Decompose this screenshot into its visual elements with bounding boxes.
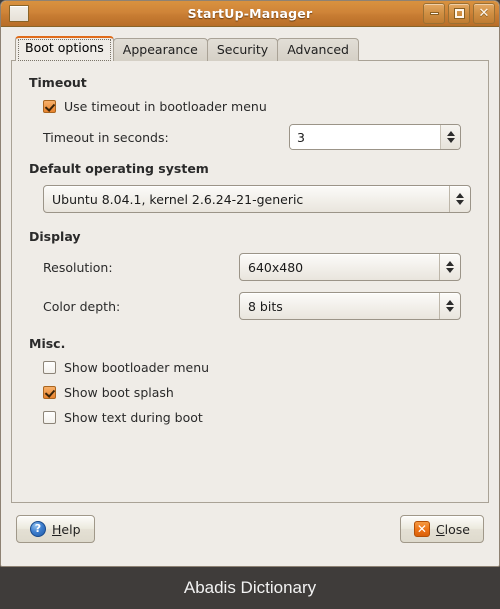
- arrow-up-icon[interactable]: [446, 261, 454, 266]
- close-button[interactable]: ✕: [473, 3, 495, 24]
- maximize-button[interactable]: [448, 3, 470, 24]
- help-button[interactable]: ? Help: [16, 515, 95, 543]
- section-default-os: Default operating system Ubuntu 8.04.1, …: [29, 161, 471, 213]
- title-bar[interactable]: StartUp-Manager ✕: [1, 1, 499, 27]
- section-display-title: Display: [29, 229, 81, 244]
- show-boot-splash-row[interactable]: Show boot splash: [43, 385, 471, 400]
- section-misc-body: Show bootloader menu Show boot splash Sh…: [29, 360, 471, 425]
- tab-boot-options[interactable]: Boot options: [15, 36, 114, 61]
- use-timeout-checkbox[interactable]: [43, 100, 56, 113]
- footer-caption: Abadis Dictionary: [183, 578, 317, 597]
- close-button-label: Close: [436, 522, 470, 537]
- arrow-down-icon[interactable]: [446, 138, 455, 143]
- show-text-during-boot-label: Show text during boot: [64, 410, 203, 425]
- tab-appearance-label: Appearance: [122, 42, 198, 57]
- section-default-os-title: Default operating system: [29, 161, 209, 176]
- tab-advanced[interactable]: Advanced: [277, 38, 359, 61]
- tab-appearance[interactable]: Appearance: [112, 38, 208, 61]
- resolution-row: Resolution: 640x480: [43, 253, 471, 281]
- show-boot-splash-label: Show boot splash: [64, 385, 174, 400]
- notebook: Boot options Appearance Security Advance…: [11, 36, 489, 503]
- action-area: ? Help ✕ Close: [11, 503, 489, 543]
- timeout-seconds-arrows[interactable]: [440, 125, 460, 149]
- tab-boot-options-label: Boot options: [25, 40, 104, 55]
- help-button-label: Help: [52, 522, 81, 537]
- show-bootloader-menu-row[interactable]: Show bootloader menu: [43, 360, 471, 375]
- color-depth-combo[interactable]: 8 bits: [239, 292, 461, 320]
- section-misc-title: Misc.: [29, 336, 66, 351]
- show-boot-splash-checkbox[interactable]: [43, 386, 56, 399]
- default-os-combo-arrows[interactable]: [449, 186, 470, 212]
- help-rest: elp: [61, 521, 81, 537]
- dialog-body: Boot options Appearance Security Advance…: [1, 27, 499, 566]
- show-bootloader-menu-label: Show bootloader menu: [64, 360, 210, 375]
- close-x-icon: ✕: [413, 521, 430, 537]
- arrow-down-icon[interactable]: [446, 268, 454, 273]
- resolution-label: Resolution:: [43, 259, 113, 275]
- arrow-up-icon[interactable]: [456, 193, 464, 198]
- timeout-seconds-label: Timeout in seconds:: [43, 129, 169, 145]
- section-default-os-body: Ubuntu 8.04.1, kernel 2.6.24-21-generic: [29, 185, 471, 213]
- section-display: Display Resolution: 640x480 Color depth:…: [29, 229, 471, 320]
- section-timeout-body: Use timeout in bootloader menu Timeout i…: [29, 99, 471, 150]
- tab-advanced-label: Advanced: [287, 42, 349, 57]
- help-icon: ?: [30, 521, 46, 537]
- section-misc: Misc. Show bootloader menu Show boot spl…: [29, 336, 471, 425]
- arrow-up-icon[interactable]: [446, 131, 455, 136]
- arrow-up-icon[interactable]: [446, 300, 454, 305]
- arrow-down-icon[interactable]: [446, 307, 454, 312]
- section-display-body: Resolution: 640x480 Color depth: 8 bits: [29, 253, 471, 320]
- tab-page-boot-options: Timeout Use timeout in bootloader menu T…: [11, 60, 489, 503]
- default-os-combo[interactable]: Ubuntu 8.04.1, kernel 2.6.24-21-generic: [43, 185, 471, 213]
- minimize-button[interactable]: [423, 3, 445, 24]
- timeout-seconds-row: Timeout in seconds: 3: [43, 124, 471, 150]
- window-icon: [9, 5, 29, 22]
- help-mnemonic: H: [52, 521, 62, 537]
- close-mnemonic: C: [435, 521, 445, 537]
- color-depth-combo-arrows[interactable]: [439, 293, 460, 319]
- arrow-down-icon[interactable]: [456, 200, 464, 205]
- tab-security-label: Security: [216, 42, 269, 57]
- show-bootloader-menu-checkbox[interactable]: [43, 361, 56, 374]
- resolution-combo-arrows[interactable]: [439, 254, 460, 280]
- close-icon: ✕: [478, 6, 490, 21]
- tab-strip: Boot options Appearance Security Advance…: [11, 36, 489, 61]
- timeout-seconds-value[interactable]: 3: [290, 125, 440, 149]
- close-rest: lose: [444, 521, 470, 537]
- color-depth-value: 8 bits: [248, 298, 283, 314]
- resolution-value: 640x480: [248, 259, 304, 275]
- close-dialog-button[interactable]: ✕ Close: [399, 515, 484, 543]
- footer-caption-bar: Abadis Dictionary: [0, 567, 500, 609]
- startup-manager-window: StartUp-Manager ✕ Boot options Appearanc…: [0, 0, 500, 567]
- window-controls: ✕: [420, 3, 495, 24]
- show-text-during-boot-checkbox[interactable]: [43, 411, 56, 424]
- color-depth-row: Color depth: 8 bits: [43, 292, 471, 320]
- tab-security[interactable]: Security: [206, 38, 279, 61]
- timeout-seconds-stepper[interactable]: 3: [289, 124, 461, 150]
- color-depth-label: Color depth:: [43, 298, 121, 314]
- use-timeout-label: Use timeout in bootloader menu: [64, 99, 267, 114]
- show-text-during-boot-row[interactable]: Show text during boot: [43, 410, 471, 425]
- minimize-icon: [429, 12, 439, 15]
- default-os-value: Ubuntu 8.04.1, kernel 2.6.24-21-generic: [52, 191, 304, 207]
- use-timeout-checkbox-row[interactable]: Use timeout in bootloader menu: [43, 99, 471, 114]
- resolution-combo[interactable]: 640x480: [239, 253, 461, 281]
- section-timeout-title: Timeout: [29, 75, 87, 90]
- maximize-icon: [454, 9, 464, 18]
- section-timeout: Timeout Use timeout in bootloader menu T…: [29, 75, 471, 150]
